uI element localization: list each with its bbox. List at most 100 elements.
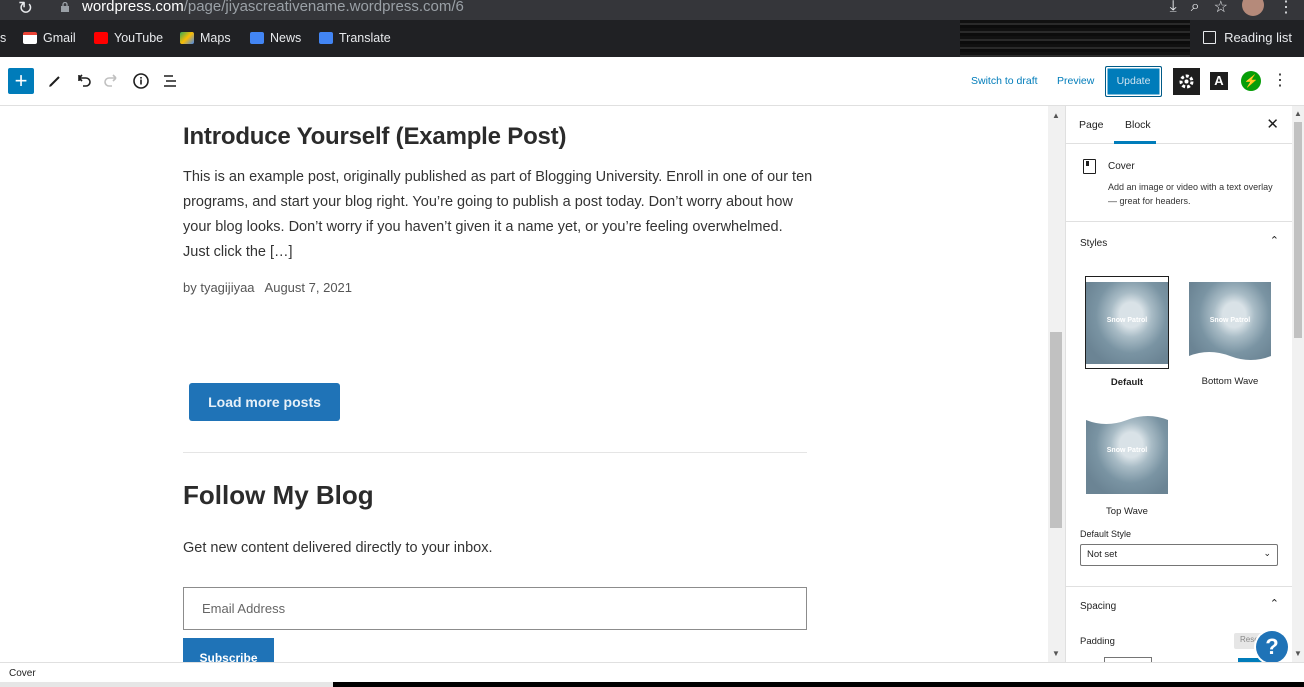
- canvas-scrollbar[interactable]: ▲ ▼: [1048, 106, 1065, 662]
- cover-block-icon: [1083, 159, 1096, 174]
- reading-list[interactable]: Reading list: [1203, 30, 1292, 45]
- post-excerpt: This is an example post, originally publ…: [183, 169, 813, 260]
- post-date[interactable]: August 7, 2021: [265, 280, 352, 295]
- youtube-icon: [94, 32, 108, 44]
- block-breadcrumb-bar: Cover: [0, 662, 1304, 682]
- style-label: Default: [1110, 377, 1144, 388]
- post-meta: by tyagijiyaa August 7, 2021: [183, 280, 352, 295]
- maps-icon: [180, 32, 194, 44]
- bookmark-maps[interactable]: Maps: [180, 31, 231, 45]
- scrollbar-thumb[interactable]: [1050, 332, 1062, 528]
- style-preview: Snow Patrol: [1085, 406, 1169, 498]
- redo-icon[interactable]: [101, 70, 123, 92]
- reading-list-icon: [1203, 31, 1217, 44]
- load-more-button[interactable]: Load more posts: [189, 383, 340, 421]
- taskbar-segment: [0, 682, 333, 687]
- bookmark-news[interactable]: News: [250, 31, 301, 45]
- bookmark-label: Translate: [339, 31, 391, 45]
- default-style-value: Not set: [1087, 549, 1118, 560]
- scrollbar-thumb[interactable]: [1294, 122, 1302, 338]
- bookmark-youtube[interactable]: YouTube: [94, 31, 163, 45]
- editor-toolbar: + Switch to draft Preview Update A ⚡ ⋮: [0, 57, 1304, 106]
- bookmark-star-icon[interactable]: ☆: [1214, 0, 1228, 17]
- bookmark-label: Maps: [200, 31, 231, 45]
- chevron-up-icon: ⌃: [1269, 235, 1279, 247]
- settings-gear-icon[interactable]: [1173, 68, 1200, 95]
- reload-icon[interactable]: ↻: [18, 0, 33, 19]
- list-view-icon[interactable]: [159, 70, 181, 92]
- bookmarks-bar: s Gmail YouTube Maps News Translate Read…: [0, 20, 1304, 57]
- block-name: Cover: [1108, 161, 1135, 172]
- style-preview: Snow Patrol: [1085, 276, 1169, 369]
- preview-caption: Snow Patrol: [1106, 317, 1148, 324]
- switch-to-draft-button[interactable]: Switch to draft: [971, 75, 1038, 87]
- styles-title: Styles: [1080, 238, 1108, 249]
- bookmark-translate[interactable]: Translate: [319, 31, 391, 45]
- scroll-up-icon[interactable]: ▲: [1052, 111, 1060, 120]
- update-button[interactable]: Update: [1105, 66, 1162, 97]
- install-icon[interactable]: ⤓: [1170, 0, 1177, 16]
- info-icon[interactable]: [130, 70, 152, 92]
- block-card: Cover Add an image or video with a text …: [1066, 144, 1292, 222]
- add-block-button[interactable]: +: [8, 68, 34, 94]
- follow-heading: Follow My Blog: [183, 480, 374, 510]
- profile-avatar[interactable]: [1242, 0, 1264, 16]
- tab-page[interactable]: Page: [1079, 119, 1104, 131]
- bookmark-label: Gmail: [43, 31, 76, 45]
- close-icon[interactable]: ✕: [1266, 115, 1279, 133]
- post-author[interactable]: by tyagijiyaa: [183, 280, 255, 295]
- chevron-up-icon: ⌃: [1269, 598, 1279, 610]
- settings-sidebar: Page Block ✕ Cover Add an image or video…: [1065, 106, 1292, 662]
- style-label: Top Wave: [1106, 506, 1148, 517]
- scroll-down-icon[interactable]: ▼: [1052, 649, 1060, 658]
- style-option-default[interactable]: Snow Patrol Default: [1084, 276, 1170, 388]
- bookmark-label: s: [0, 31, 7, 45]
- style-option-bottom-wave[interactable]: Snow Patrol Bottom Wave: [1187, 276, 1273, 387]
- editor-canvas: Introduce Yourself (Example Post) This i…: [0, 106, 1048, 662]
- spacing-title: Spacing: [1080, 601, 1117, 612]
- lock-icon: [61, 2, 69, 12]
- cover-preview-image: Snow Patrol: [1086, 412, 1168, 494]
- typography-icon[interactable]: A: [1210, 72, 1228, 90]
- gmail-icon: [23, 32, 37, 44]
- bookmark-truncated[interactable]: s: [0, 31, 6, 45]
- default-style-label: Default Style: [1080, 529, 1132, 539]
- tab-block[interactable]: Block: [1125, 119, 1151, 131]
- url-field[interactable]: wordpress.com/page/jiyascreativename.wor…: [82, 0, 464, 15]
- help-button[interactable]: ?: [1256, 631, 1288, 663]
- url-path: /page/jiyascreativename.wordpress.com/6: [183, 0, 464, 15]
- default-style-select[interactable]: Not set ⌄: [1080, 544, 1278, 566]
- spacing-panel-header[interactable]: Spacing ⌃: [1066, 587, 1292, 627]
- style-option-top-wave[interactable]: Snow Patrol Top Wave: [1084, 406, 1170, 517]
- email-field[interactable]: Email Address: [183, 587, 807, 630]
- preview-caption: Snow Patrol: [1106, 447, 1148, 454]
- breadcrumb-cover[interactable]: Cover: [9, 668, 36, 679]
- zoom-icon[interactable]: ⌕: [1191, 0, 1200, 16]
- wave-shape: [1189, 352, 1271, 364]
- more-options-icon[interactable]: ⋮: [1272, 70, 1288, 90]
- bookmark-gmail[interactable]: Gmail: [23, 31, 76, 45]
- styles-panel-header[interactable]: Styles ⌃: [1066, 224, 1292, 264]
- browser-menu-icon[interactable]: ⋮: [1278, 0, 1294, 17]
- bookmark-label: News: [270, 31, 302, 45]
- style-label: Bottom Wave: [1201, 376, 1259, 387]
- jetpack-icon[interactable]: ⚡: [1241, 71, 1261, 91]
- wave-shape: [1086, 412, 1168, 424]
- edit-pencil-icon[interactable]: [44, 70, 66, 92]
- divider: [183, 452, 807, 453]
- preview-caption: Snow Patrol: [1209, 317, 1251, 324]
- translate-icon: [319, 32, 333, 44]
- chevron-down-icon: ⌄: [1263, 548, 1271, 558]
- preview-button[interactable]: Preview: [1057, 75, 1094, 87]
- block-description: Add an image or video with a text overla…: [1108, 182, 1273, 206]
- cover-preview-image: Snow Patrol: [1086, 282, 1168, 364]
- sidebar-scrollbar[interactable]: ▲ ▼: [1292, 106, 1304, 662]
- scroll-down-icon[interactable]: ▼: [1294, 649, 1302, 658]
- news-icon: [250, 32, 264, 44]
- os-taskbar: [0, 682, 1304, 687]
- scroll-up-icon[interactable]: ▲: [1294, 109, 1302, 118]
- undo-icon[interactable]: [72, 70, 94, 92]
- subscribe-button[interactable]: Subscribe: [183, 638, 274, 662]
- post-title[interactable]: Introduce Yourself (Example Post): [183, 123, 566, 151]
- style-preview: Snow Patrol: [1188, 276, 1272, 368]
